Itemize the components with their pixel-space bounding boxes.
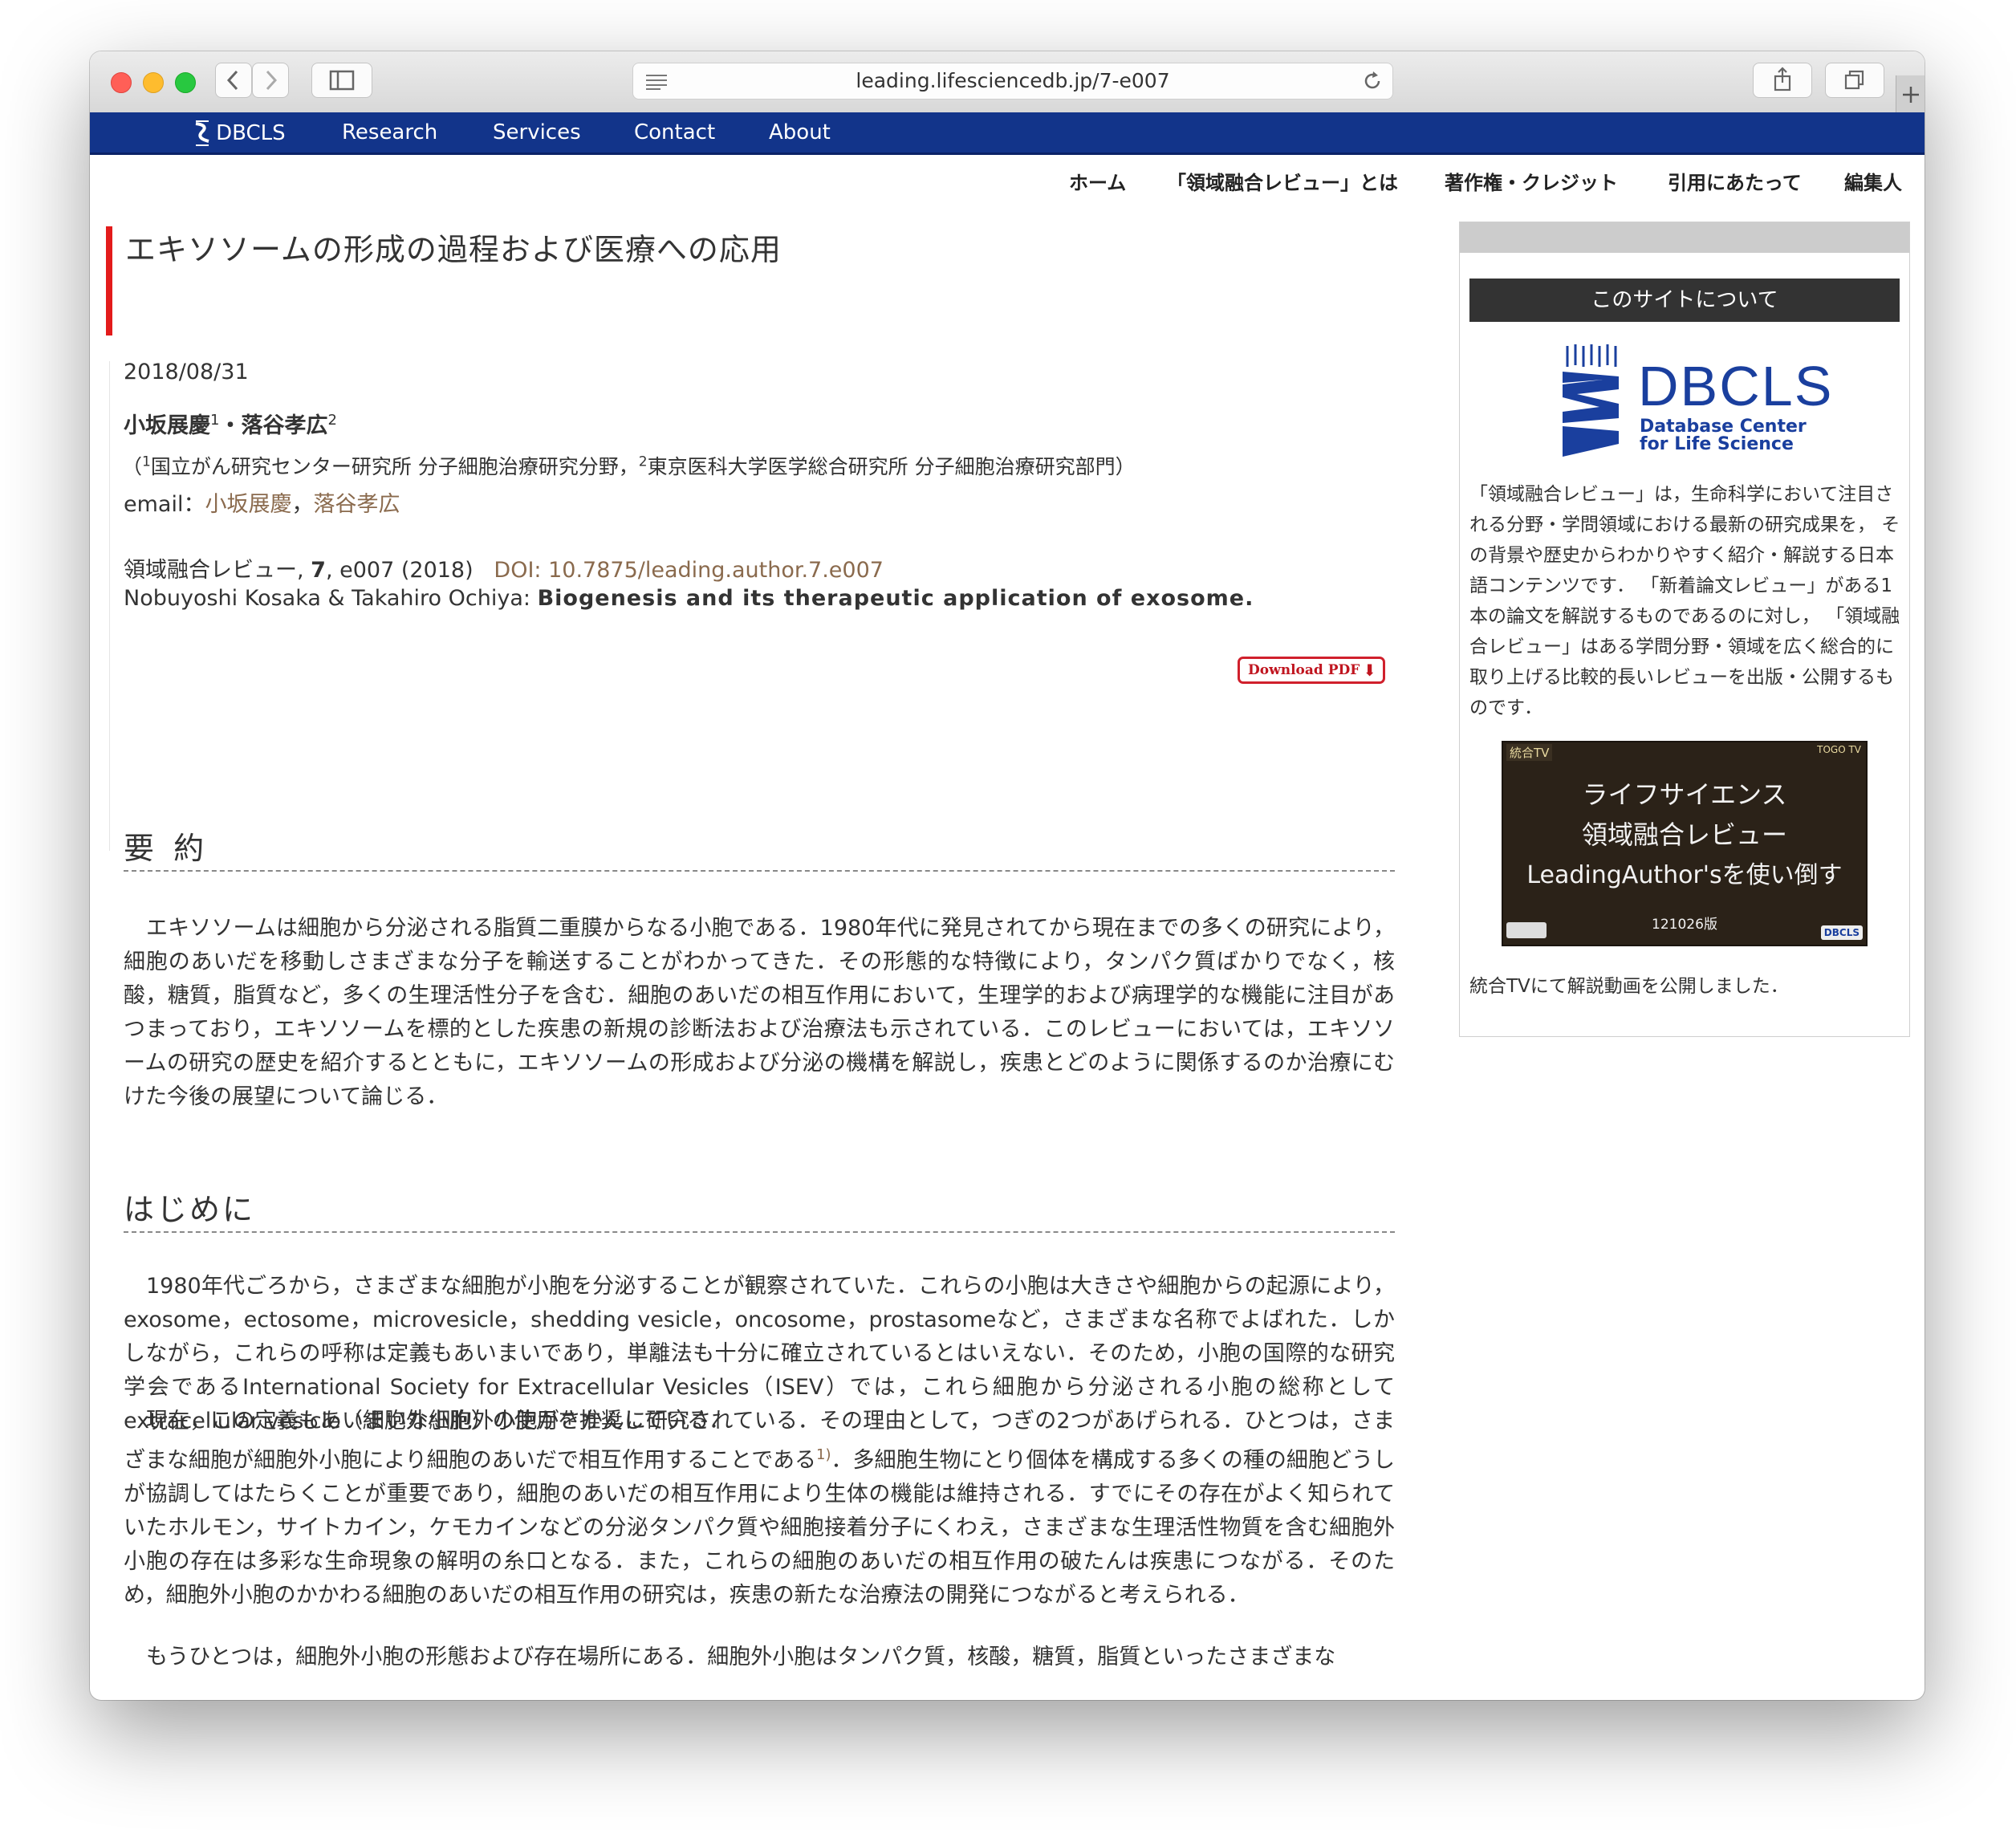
subnav-citation[interactable]: 引用にあたって [1668, 167, 1802, 195]
english-citation: Nobuyoshi Kosaka & Takahiro Ochiya: Biog… [124, 586, 1254, 611]
browser-window: leading.lifesciencedb.jp/7-e007 DBCLS Re… [90, 51, 1925, 1700]
site-top-nav: DBCLS Research Services Contact About [90, 112, 1925, 155]
author-separator: ・ [219, 413, 242, 438]
article-title: エキソソームの形成の過程および医療への応用 [125, 232, 782, 267]
email-separator: ， [291, 492, 314, 517]
author-1-sup: 1 [210, 412, 220, 429]
subnav-home[interactable]: ホーム [1069, 167, 1126, 195]
subnav-copyright[interactable]: 著作権・クレジット [1445, 167, 1618, 195]
sidebar: このサイトについて DBCLS Database Center for Life… [1459, 222, 1910, 1037]
sidebar-footer-text: 統合TVにて解説動画を公開しました． [1469, 976, 1789, 997]
back-button[interactable] [215, 63, 252, 98]
share-button[interactable] [1753, 63, 1812, 98]
download-pdf-button[interactable]: Download PDF ⬇ [1238, 657, 1385, 684]
forward-button[interactable] [252, 63, 289, 98]
video-line-2: 領域融合レビュー [1581, 819, 1787, 850]
address-bar[interactable]: leading.lifesciencedb.jp/7-e007 [632, 63, 1393, 100]
video-dbcls-badge: DBCLS [1820, 925, 1863, 940]
email-link-ochiya[interactable]: 落谷孝広 [313, 492, 400, 517]
author-2: 落谷孝広 [241, 413, 328, 438]
sidebar-icon [329, 70, 355, 91]
affiliations: （1国立がん研究センター研究所 分子細胞治療研究分野，2東京医科大学医学総合研究… [122, 451, 1136, 480]
english-title: Biogenesis and its therapeutic applicati… [537, 586, 1254, 611]
citation-line: 領域融合レビュー, 7, e007 (2018) DOI: 10.7875/le… [124, 552, 884, 584]
logo-subtitle-2: for Life Science [1640, 434, 1794, 454]
affil-2-sup: 2 [638, 453, 648, 470]
video-line-3: LeadingAuthor'sを使い倒す [1526, 861, 1843, 889]
video-cc-badge [1506, 922, 1547, 938]
download-arrow-icon: ⬇ [1363, 661, 1376, 680]
video-line-1: ライフサイエンス [1582, 779, 1787, 810]
title-accent-bar [106, 226, 112, 336]
video-corner-left: 統合TV [1506, 744, 1553, 761]
logo-title: DBCLS [1638, 355, 1834, 417]
affil-1-sup: 1 [142, 453, 151, 470]
summary-divider [124, 870, 1395, 872]
minimize-window-button[interactable] [143, 72, 164, 93]
citation-rest: , e007 (2018) [325, 558, 474, 583]
email-link-kosaka[interactable]: 小坂展慶 [205, 492, 291, 517]
english-authors: Nobuyoshi Kosaka & Takahiro Ochiya: [124, 586, 538, 611]
sidebar-top-bar [1460, 222, 1909, 253]
summary-heading: 要 約 [124, 831, 209, 866]
affiliation-2: 東京医科大学医学総合研究所 分子細胞治療研究部門） [647, 455, 1136, 478]
subnav-editor[interactable]: 編集人 [1844, 167, 1902, 195]
dbcls-logo[interactable]: DBCLS Database Center for Life Science [1555, 338, 1831, 458]
citation-volume: 7 [311, 558, 326, 583]
summary-paragraph: エキソソームは細胞から分泌される脂質二重膜からなる小胞である．1980年代に発見… [124, 916, 1395, 1109]
authors: 小坂展慶1・落谷孝広2 [124, 408, 337, 439]
author-1: 小坂展慶 [124, 413, 210, 438]
dbcls-nav-logo[interactable]: DBCLS [193, 119, 286, 148]
nav-brand-text: DBCLS [216, 121, 286, 145]
email-label: email： [124, 492, 205, 517]
email-line: email：小坂展慶，落谷孝広 [124, 486, 400, 518]
zoom-window-button[interactable] [175, 72, 196, 93]
close-window-button[interactable] [111, 72, 132, 93]
share-icon [1774, 67, 1791, 92]
affiliation-1: 国立がん研究センター研究所 分子細胞治療研究分野， [150, 455, 639, 478]
subnav-about-review[interactable]: 「領域融合レビュー」とは [1167, 167, 1398, 195]
intro-heading: はじめに [124, 1192, 256, 1227]
chevron-left-icon [226, 70, 238, 91]
sidebar-heading: このサイトについて [1469, 279, 1900, 322]
intro-paragraph-3: もうひとつは，細胞外小胞の形態および存在場所にある．細胞外小胞はタンパク質，核酸… [146, 1645, 1336, 1669]
intro-paragraph-2: 現在，この定義もあいまいな細胞外小胞がさかんに研究されている．その理由として，つ… [124, 1405, 1395, 1612]
affil-open: （ [122, 455, 143, 478]
nav-contact[interactable]: Contact [634, 112, 715, 152]
nav-about[interactable]: About [769, 112, 831, 152]
dbcls-helix-icon [195, 120, 209, 146]
intro-divider [124, 1231, 1395, 1233]
video-version: 121026版 [1652, 917, 1717, 933]
meta-divider [109, 361, 110, 851]
sidebar-description: 「領域融合レビュー」は，生命科学において注目される分野・学問領域における最新の研… [1469, 484, 1900, 718]
reload-icon[interactable] [1362, 70, 1383, 92]
sidebar-toggle-button[interactable] [311, 63, 372, 98]
url-text: leading.lifesciencedb.jp/7-e007 [856, 69, 1170, 92]
doi-link[interactable]: DOI: 10.7875/leading.author.7.e007 [494, 558, 884, 583]
chevron-right-icon [266, 70, 278, 91]
plus-icon [1903, 87, 1919, 103]
dbcls-logo-icon [1563, 344, 1619, 457]
new-tab-button[interactable] [1896, 75, 1925, 112]
author-2-sup: 2 [327, 412, 337, 429]
citation-journal: 領域融合レビュー, [124, 558, 311, 583]
nav-services[interactable]: Services [493, 112, 581, 152]
togotv-video-thumbnail[interactable]: 統合TV TOGO TV ライフサイエンス 領域融合レビュー LeadingAu… [1502, 741, 1868, 946]
nav-research[interactable]: Research [342, 112, 437, 152]
pdf-button-label: Download PDF [1248, 662, 1360, 678]
browser-toolbar: leading.lifesciencedb.jp/7-e007 [90, 51, 1925, 113]
video-corner-right: TOGO TV [1817, 744, 1861, 755]
tabs-overview-button[interactable] [1825, 63, 1884, 98]
tabs-icon [1844, 70, 1864, 90]
reference-1-link[interactable]: 1) [816, 1446, 831, 1463]
publish-date: 2018/08/31 [124, 360, 249, 384]
